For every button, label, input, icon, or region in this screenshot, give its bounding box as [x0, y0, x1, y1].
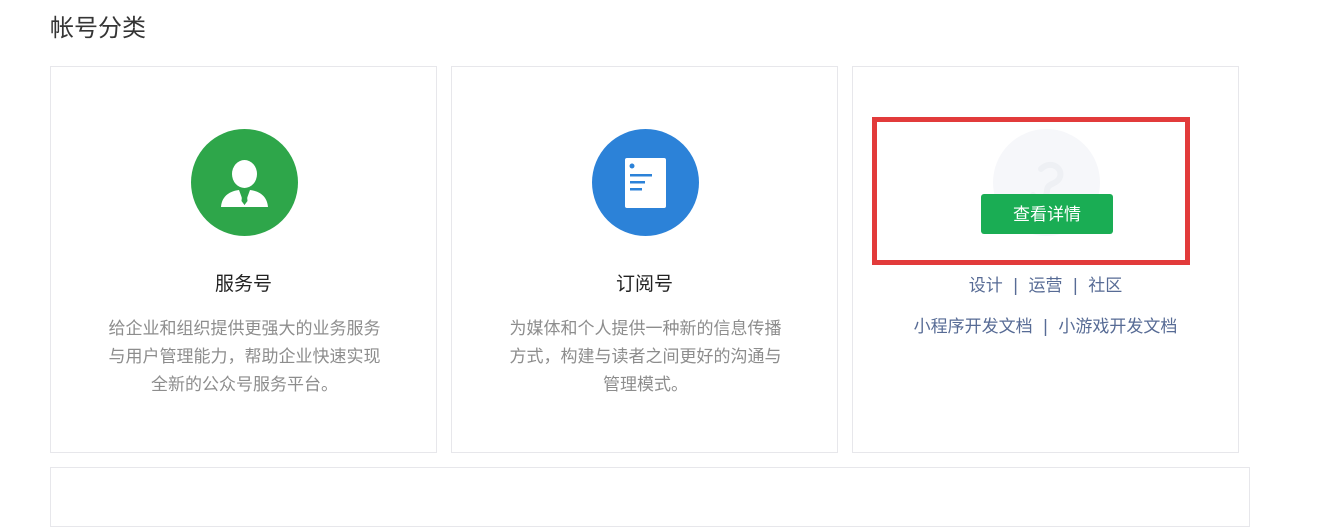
link-miniprogram-docs[interactable]: 小程序开发文档 [914, 317, 1033, 337]
card-title: 订阅号 [615, 273, 673, 295]
view-details-button[interactable]: 查看详情 [981, 194, 1113, 234]
person-icon [191, 129, 298, 236]
card-next-row [50, 467, 1250, 527]
card-title: 服务号 [214, 273, 272, 295]
card-mini-program[interactable]: 查看详情 设计 | 运营 | 社区 小程序开发文档 | 小游戏开发文档 [852, 66, 1239, 453]
card-description: 为媒体和个人提供一种新的信息传播方式，构建与读者之间更好的沟通与管理模式。 [509, 319, 782, 395]
section-title: 帐号分类 [50, 14, 146, 42]
link-separator: | [1072, 276, 1079, 296]
document-icon [592, 129, 699, 236]
links-row-primary: 设计 | 运营 | 社区 [853, 273, 1238, 299]
card-description: 给企业和组织提供更强大的业务服务与用户管理能力，帮助企业快速实现全新的公众号服务… [108, 319, 381, 395]
card-subscription-account[interactable]: 订阅号 为媒体和个人提供一种新的信息传播方式，构建与读者之间更好的沟通与管理模式… [451, 66, 838, 453]
link-separator: | [1012, 276, 1019, 296]
link-separator: | [1042, 317, 1049, 337]
link-community[interactable]: 社区 [1088, 276, 1122, 296]
link-minigame-docs[interactable]: 小游戏开发文档 [1058, 317, 1177, 337]
links-row-docs: 小程序开发文档 | 小游戏开发文档 [853, 314, 1238, 340]
link-design[interactable]: 设计 [969, 276, 1003, 296]
card-service-account[interactable]: 服务号 给企业和组织提供更强大的业务服务与用户管理能力，帮助企业快速实现全新的公… [50, 66, 437, 453]
link-operation[interactable]: 运营 [1029, 276, 1063, 296]
